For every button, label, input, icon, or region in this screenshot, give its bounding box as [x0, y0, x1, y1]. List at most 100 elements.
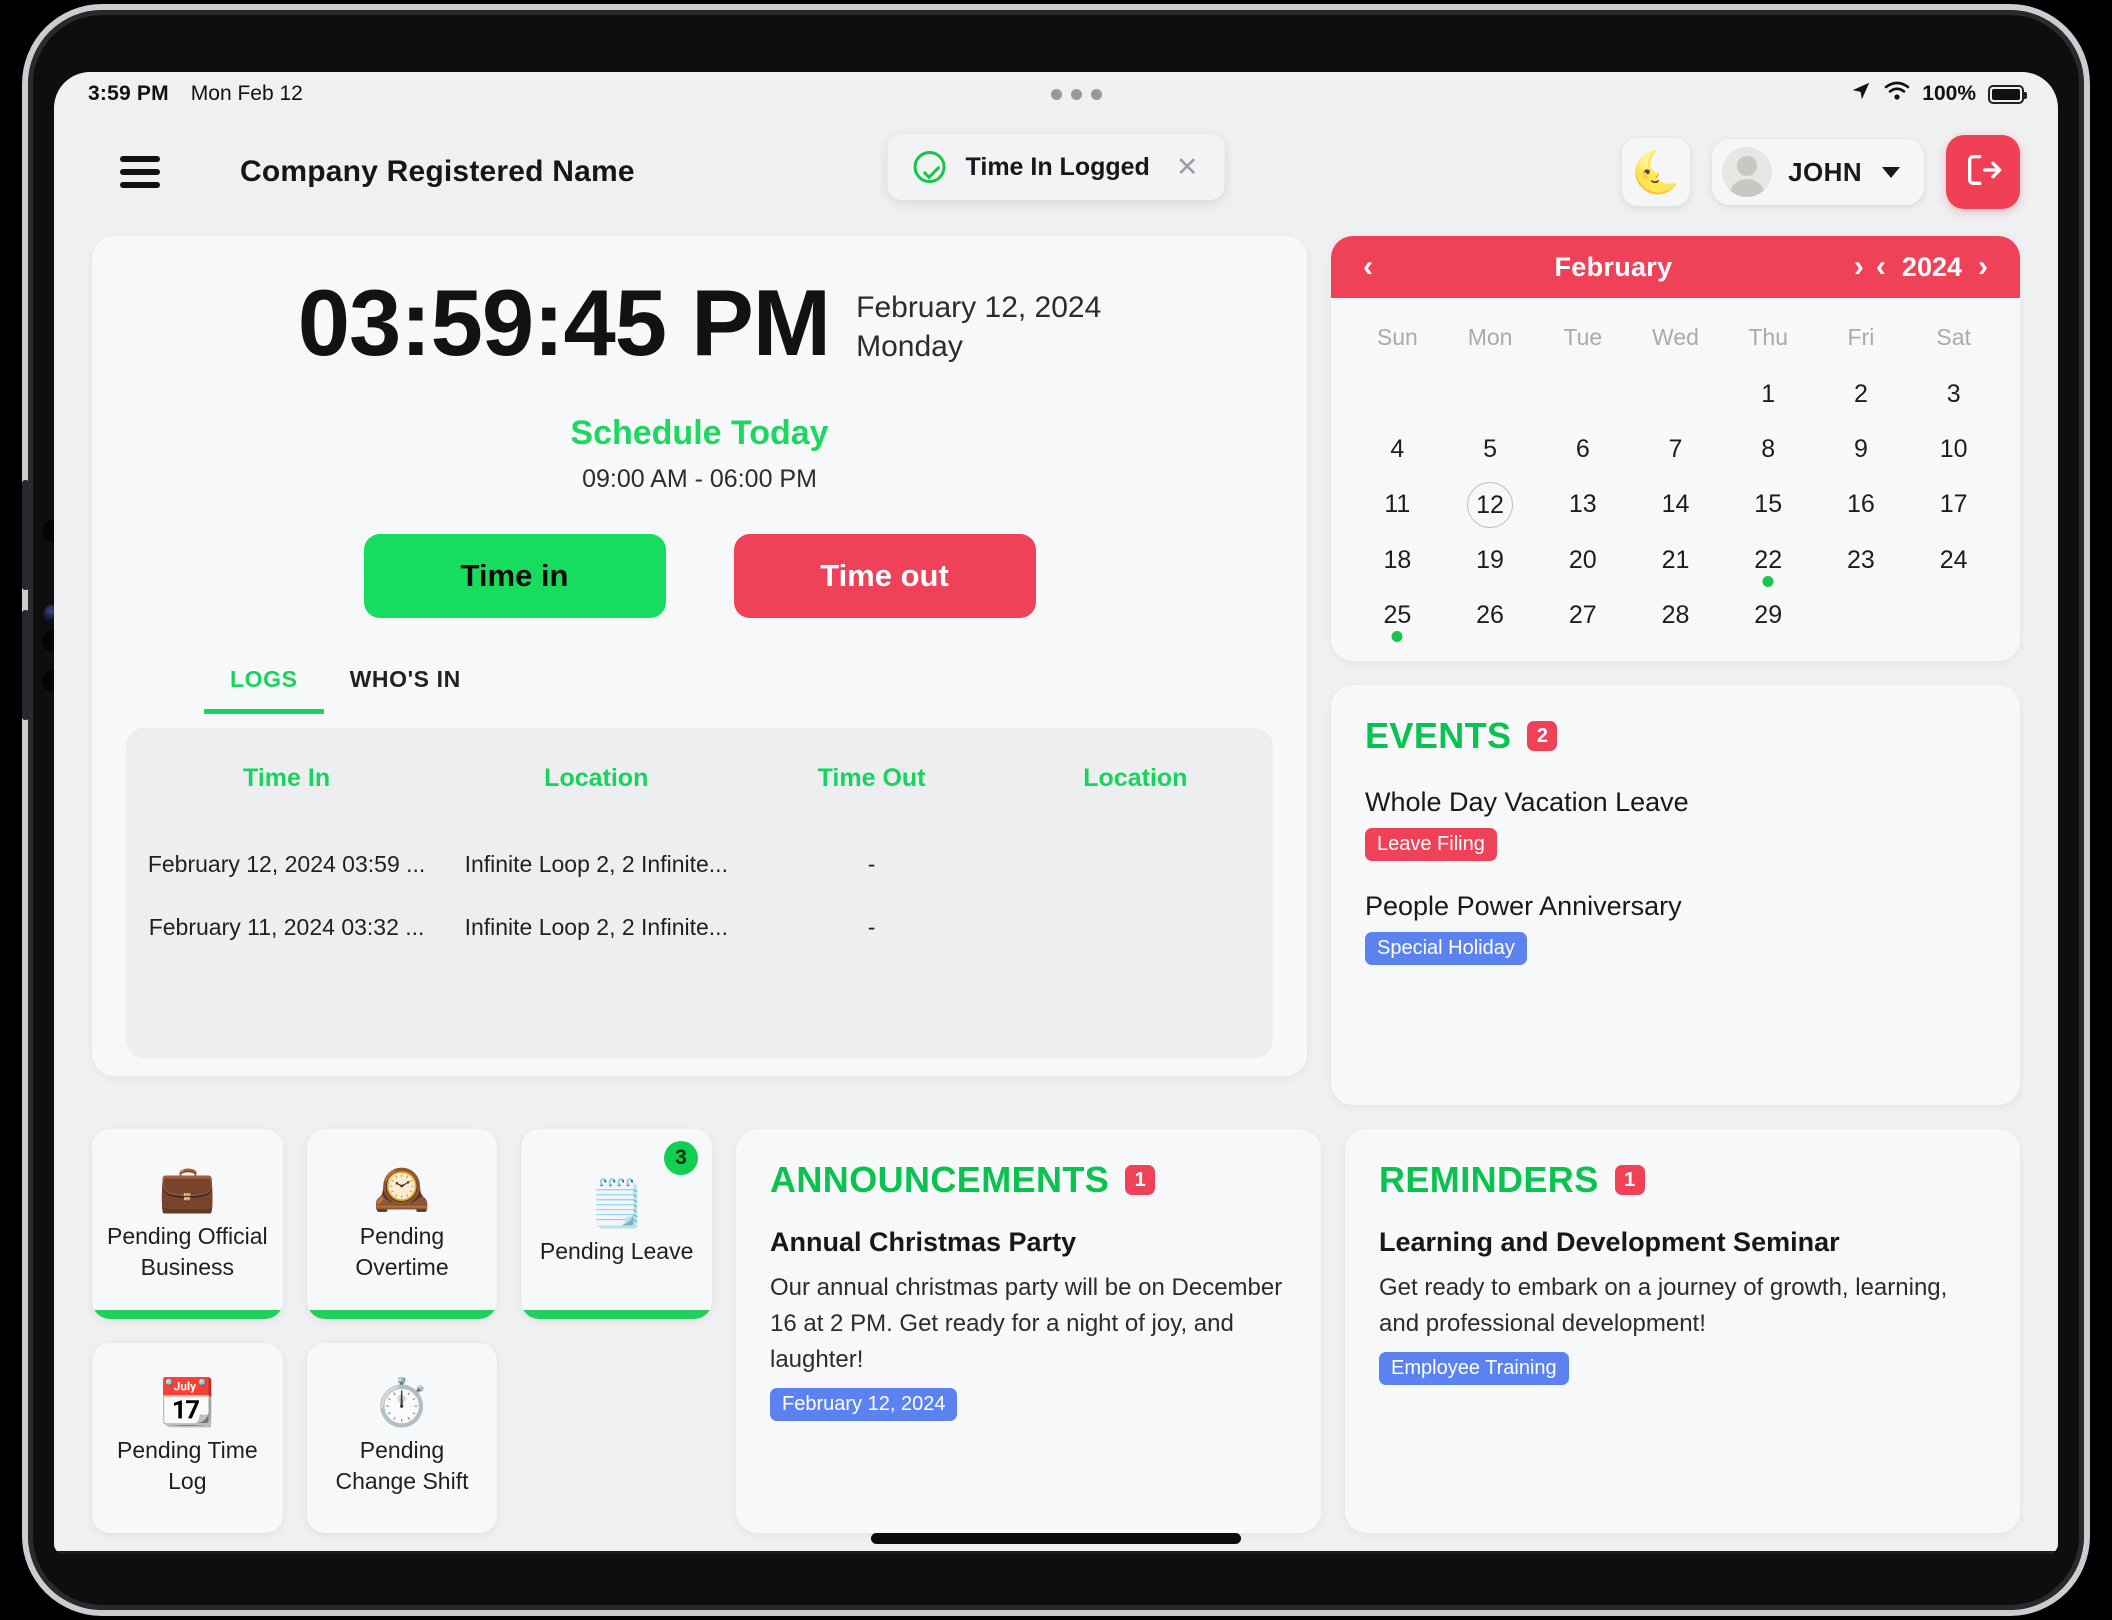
day-name-wed: Wed	[1652, 324, 1699, 350]
pending-official-business-card[interactable]: 💼 Pending Official Business	[92, 1129, 283, 1319]
calendar-day-21[interactable]: 21	[1629, 533, 1722, 588]
calendar-day-2[interactable]: 2	[1815, 367, 1908, 422]
calendar-day-number: 19	[1476, 546, 1504, 574]
list-item[interactable]: People Power Anniversary Special Holiday	[1365, 891, 1986, 965]
time-out-button[interactable]: Time out	[733, 534, 1036, 618]
calendar-day-number: 1	[1761, 380, 1776, 408]
calendar-header: ‹ February › ‹ 2024 ›	[1331, 236, 2020, 298]
calendar-day-4[interactable]: 4	[1351, 422, 1444, 477]
calendar-day-number: 25	[1383, 601, 1412, 629]
table-row[interactable]: February 11, 2024 03:32 ... Infinite Loo…	[126, 896, 1273, 959]
time-clock-card: 03:59:45 PM February 12, 2024 Monday Sch…	[92, 236, 1307, 1076]
calendar-day-number: 29	[1754, 601, 1783, 629]
calendar-day-16[interactable]: 16	[1815, 477, 1908, 533]
status-bar-date: Mon Feb 12	[190, 82, 303, 105]
calendar-day-22[interactable]: 22	[1722, 533, 1815, 588]
column-header-location-out[interactable]: Location	[998, 752, 1273, 833]
calendar-day-18[interactable]: 18	[1351, 533, 1444, 588]
calendar-day-number: 16	[1847, 490, 1875, 518]
calendar-day-20[interactable]: 20	[1536, 533, 1629, 588]
list-item[interactable]: Whole Day Vacation Leave Leave Filing	[1365, 787, 1986, 861]
calendar-day-number: 23	[1847, 546, 1875, 574]
calendar-day-3[interactable]: 3	[1907, 367, 2000, 422]
schedule-today-title: Schedule Today	[570, 414, 829, 452]
tab-whos-in[interactable]: WHO'S IN	[324, 666, 487, 714]
calendar-day-9[interactable]: 9	[1815, 422, 1908, 477]
user-menu-button[interactable]: JOHN	[1712, 139, 1924, 205]
day-name-thu: Thu	[1748, 324, 1789, 350]
calendar-day-26[interactable]: 26	[1444, 588, 1537, 643]
chevron-down-icon	[1882, 166, 1900, 178]
reminders-count-badge: 1	[1614, 1165, 1645, 1195]
tab-logs[interactable]: LOGS	[204, 666, 324, 714]
day-name-sun: Sun	[1376, 324, 1418, 350]
calendar-day-23[interactable]: 23	[1815, 533, 1908, 588]
pending-card-label: Pending Time Log	[117, 1436, 258, 1494]
multitasking-handle[interactable]	[303, 88, 1850, 100]
handle-dot	[1071, 88, 1083, 100]
calendar-day-25[interactable]: 25	[1351, 588, 1444, 643]
table-header-row: Time In Location Time Out Location	[126, 752, 1273, 833]
cell-location-out	[998, 896, 1273, 959]
calendar-day-number: 20	[1568, 546, 1597, 574]
hamburger-menu-icon[interactable]	[120, 149, 160, 195]
calendar-day-number: 27	[1568, 601, 1597, 629]
column-header-time-in[interactable]: Time In	[126, 752, 447, 833]
theme-toggle-button[interactable]: 🌜	[1622, 138, 1691, 206]
calendar-day-28[interactable]: 28	[1629, 588, 1722, 643]
calendar-day-10[interactable]: 10	[1907, 422, 2000, 477]
calendar-day-27[interactable]: 27	[1536, 588, 1629, 643]
calendar-day-24[interactable]: 24	[1907, 533, 2000, 588]
events-count-badge: 2	[1527, 721, 1558, 751]
logout-button[interactable]	[1946, 135, 2020, 209]
prev-year-button[interactable]: ‹	[1870, 252, 1892, 282]
calendar-day-14[interactable]: 14	[1629, 477, 1722, 533]
pending-change-shift-card[interactable]: ⏱️ Pending Change Shift	[306, 1343, 498, 1533]
briefcase-icon: 💼	[158, 1161, 216, 1214]
list-item[interactable]: Annual Christmas Party Our annual christ…	[770, 1227, 1287, 1421]
user-name-label: JOHN	[1788, 156, 1862, 187]
pending-overtime-card[interactable]: 🕰️ Pending Overtime	[306, 1129, 498, 1319]
next-month-button[interactable]: ›	[1848, 252, 1870, 282]
close-icon[interactable]: ✕	[1176, 152, 1199, 183]
calendar-day-29[interactable]: 29	[1722, 588, 1815, 643]
home-indicator[interactable]	[871, 1533, 1241, 1544]
calendar-week-row: 18 19 20 21 22 23 24	[1351, 533, 2000, 588]
volume-down-button[interactable]	[22, 610, 29, 720]
column-header-time-out[interactable]: Time Out	[745, 752, 997, 833]
calendar-day-number: 11	[1384, 490, 1411, 518]
status-bar-time: 3:59 PM	[88, 82, 169, 105]
calendar-day-19[interactable]: 19	[1444, 533, 1537, 588]
next-year-button[interactable]: ›	[1972, 252, 1994, 282]
calendar-day-number: 18	[1383, 546, 1412, 574]
toast-message: Time In Logged	[965, 152, 1150, 181]
event-tag: Leave Filing	[1365, 828, 1497, 861]
calendar-day-7[interactable]: 7	[1629, 422, 1722, 477]
pending-time-log-card[interactable]: 📆 Pending Time Log	[92, 1343, 283, 1533]
volume-up-button[interactable]	[22, 480, 29, 590]
prev-month-button[interactable]: ‹	[1357, 252, 1379, 282]
calendar-day-17[interactable]: 17	[1907, 477, 2000, 533]
status-bar-accent	[521, 1310, 712, 1319]
calendar-day-12[interactable]: 12	[1444, 477, 1537, 533]
pending-leave-card[interactable]: 3 🗒️ Pending Leave	[521, 1129, 712, 1319]
column-header-location-in[interactable]: Location	[447, 752, 745, 833]
day-name-sat: Sat	[1936, 324, 1971, 350]
calendar-day-13[interactable]: 13	[1536, 477, 1629, 533]
calendar-day-8[interactable]: 8	[1722, 422, 1815, 477]
calendar-day-6[interactable]: 6	[1536, 422, 1629, 477]
log-table: Time In Location Time Out Location Febru…	[126, 752, 1273, 959]
calendar-day-15[interactable]: 15	[1722, 477, 1815, 533]
page-title: Company Registered Name	[240, 155, 635, 188]
cell-location-in: Infinite Loop 2, 2 Infinite...	[464, 851, 728, 877]
list-item[interactable]: Learning and Development Seminar Get rea…	[1379, 1227, 1986, 1385]
calendar-day-5[interactable]: 5	[1444, 422, 1537, 477]
calendar-day-number: 28	[1661, 601, 1690, 629]
night-mode-icon: 🌜	[1631, 150, 1682, 195]
avatar	[1722, 147, 1773, 197]
table-row[interactable]: February 12, 2024 03:59 ... Infinite Loo…	[126, 833, 1273, 896]
calendar-day-1[interactable]: 1	[1722, 367, 1815, 422]
time-in-button[interactable]: Time in	[363, 534, 666, 618]
calendar-week-row: 1 2 3	[1351, 367, 2000, 422]
calendar-day-11[interactable]: 11	[1351, 477, 1444, 533]
